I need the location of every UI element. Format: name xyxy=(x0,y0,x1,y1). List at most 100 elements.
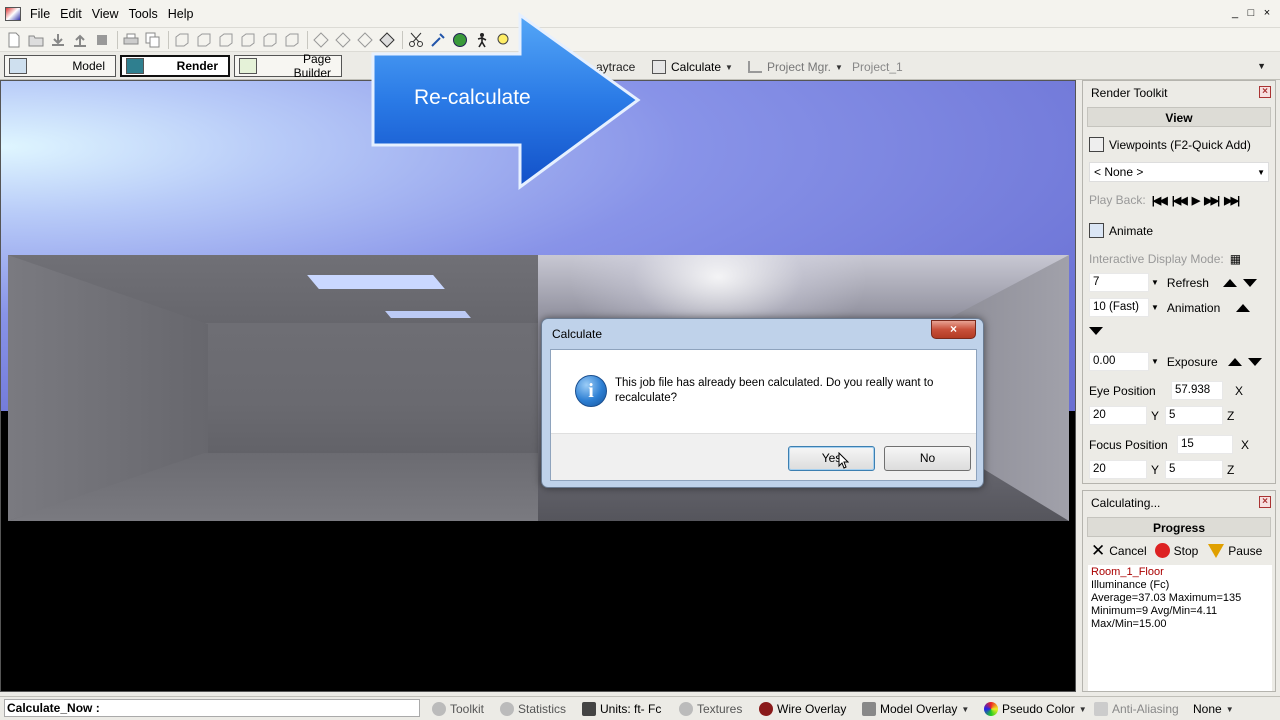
toolkit-label: Toolkit xyxy=(450,702,485,716)
chevron-down-icon[interactable]: ▼ xyxy=(835,63,843,72)
print-icon[interactable] xyxy=(121,30,141,50)
view-left-icon[interactable] xyxy=(216,30,236,50)
anti-aliasing-toggle[interactable]: Anti-Aliasing xyxy=(1094,700,1179,718)
y-axis-label: Y xyxy=(1151,408,1160,423)
tab-project-manager[interactable]: Project Mgr. ▼ xyxy=(748,57,843,77)
skip-last-icon[interactable]: ▶▶| xyxy=(1224,194,1240,207)
interactive-mode-row: Interactive Display Mode: ▦ xyxy=(1089,252,1241,266)
exposure-select[interactable]: 0.00 xyxy=(1089,352,1149,371)
status-text: Calculate_Now : xyxy=(4,699,420,717)
view-bottom-icon[interactable] xyxy=(282,30,302,50)
restore-button[interactable]: □ xyxy=(1244,7,1258,20)
chevron-down-icon[interactable]: ▼ xyxy=(1079,705,1087,714)
anti-aliasing-select[interactable]: None ▼ xyxy=(1193,700,1234,718)
focus-x-input[interactable]: 15 xyxy=(1177,435,1233,454)
tab-page-builder[interactable]: Page Builder xyxy=(234,52,342,80)
arrow-down-icon[interactable] xyxy=(1089,327,1103,335)
close-icon[interactable]: × xyxy=(1259,496,1271,508)
chevron-down-icon[interactable]: ▼ xyxy=(725,63,733,72)
animate-row[interactable]: Animate xyxy=(1089,223,1153,238)
chevron-down-icon[interactable]: ▼ xyxy=(1151,278,1159,287)
step-forward-icon[interactable]: ▶▶| xyxy=(1204,194,1220,207)
viewpoint-select[interactable]: < None > ▼ xyxy=(1089,162,1269,182)
stop-square-icon[interactable] xyxy=(92,30,112,50)
iso-1-icon[interactable] xyxy=(311,30,331,50)
units-button[interactable]: Units: ft- Fc xyxy=(582,700,661,718)
close-icon[interactable]: × xyxy=(1259,86,1271,98)
view-top-icon[interactable] xyxy=(260,30,280,50)
save-icon[interactable] xyxy=(48,30,68,50)
view-section-title[interactable]: View xyxy=(1087,107,1271,127)
animate-label: Animate xyxy=(1109,223,1154,238)
viewpoints-row[interactable]: Viewpoints (F2-Quick Add) xyxy=(1089,137,1251,152)
textures-toggle[interactable]: Textures xyxy=(679,700,742,718)
tab-calculate[interactable]: Calculate ▼ xyxy=(652,57,733,77)
gear-icon xyxy=(432,702,446,716)
playback-row: Play Back: |◀◀ |◀◀ ▶ ▶▶| ▶▶| xyxy=(1089,193,1240,207)
wire-overlay-toggle[interactable]: Wire Overlay xyxy=(759,700,846,718)
statistics-toggle[interactable]: Statistics xyxy=(500,700,566,718)
menu-help[interactable]: Help xyxy=(163,4,199,24)
menu-file[interactable]: File xyxy=(25,4,55,24)
yes-button[interactable]: Yes xyxy=(788,446,875,471)
menu-view[interactable]: View xyxy=(87,4,124,24)
model-icon xyxy=(9,58,27,74)
pause-button[interactable]: Pause xyxy=(1228,544,1262,558)
view-back-icon[interactable] xyxy=(194,30,214,50)
z-axis-label: Z xyxy=(1227,408,1235,423)
eye-z-input[interactable]: 5 xyxy=(1165,406,1224,425)
copy-icon[interactable] xyxy=(143,30,163,50)
animation-down-row xyxy=(1089,327,1103,335)
arrow-down-icon[interactable] xyxy=(1242,278,1257,287)
view-front-icon[interactable] xyxy=(172,30,192,50)
animation-select[interactable]: 10 (Fast) xyxy=(1089,298,1149,317)
chevron-down-icon[interactable]: ▼ xyxy=(1151,303,1159,312)
pseudo-color-toggle[interactable]: Pseudo Color ▼ xyxy=(984,700,1087,718)
cancel-button[interactable]: Cancel xyxy=(1109,544,1146,558)
film-icon xyxy=(1089,223,1104,238)
dialog-close-button[interactable]: × xyxy=(931,320,976,339)
chevron-down-icon[interactable]: ▼ xyxy=(1151,357,1159,366)
eye-y-input[interactable]: 20 xyxy=(1089,406,1147,425)
eye-x-input[interactable]: 57.938 xyxy=(1171,381,1223,400)
arrow-up-icon[interactable] xyxy=(1227,357,1242,366)
display-mode-icon[interactable]: ▦ xyxy=(1230,252,1241,266)
anti-aliasing-label: Anti-Aliasing xyxy=(1112,702,1179,716)
log-line: Average=37.03 Maximum=135 xyxy=(1091,592,1242,604)
arrow-up-icon[interactable] xyxy=(1236,303,1251,312)
refresh-row: 7 ▼ Refresh xyxy=(1089,273,1257,292)
minimize-button[interactable]: _ xyxy=(1228,7,1242,20)
close-window-button[interactable]: × xyxy=(1260,7,1274,20)
stop-button[interactable]: Stop xyxy=(1174,544,1199,558)
tab-render[interactable]: Render xyxy=(120,55,230,77)
view-right-icon[interactable] xyxy=(238,30,258,50)
play-icon[interactable]: ▶ xyxy=(1192,194,1201,207)
skip-first-icon[interactable]: |◀◀ xyxy=(1152,194,1168,207)
no-button[interactable]: No xyxy=(884,446,971,471)
tab-page-builder-label: Page Builder xyxy=(293,52,331,80)
log-line: Room_1_Floor xyxy=(1091,566,1164,578)
menu-edit[interactable]: Edit xyxy=(55,4,87,24)
new-icon[interactable] xyxy=(4,30,24,50)
step-back-icon[interactable]: |◀◀ xyxy=(1172,194,1188,207)
arrow-down-icon[interactable] xyxy=(1247,357,1262,366)
statistics-label: Statistics xyxy=(518,702,567,716)
calculating-header: Calculating... × xyxy=(1083,491,1275,515)
chevron-down-icon[interactable]: ▼ xyxy=(961,705,969,714)
focus-z-input[interactable]: 5 xyxy=(1165,460,1224,479)
progress-section-title[interactable]: Progress xyxy=(1087,517,1271,537)
app-logo-icon[interactable] xyxy=(5,6,21,21)
iso-2-icon[interactable] xyxy=(333,30,353,50)
menu-tools[interactable]: Tools xyxy=(124,4,163,24)
tab-model[interactable]: Model xyxy=(4,55,116,77)
refresh-select[interactable]: 7 xyxy=(1089,273,1149,292)
arrow-up-icon[interactable] xyxy=(1222,278,1237,287)
focus-y-input[interactable]: 20 xyxy=(1089,460,1147,479)
upload-icon[interactable] xyxy=(70,30,90,50)
model-overlay-toggle[interactable]: Model Overlay ▼ xyxy=(862,700,969,718)
chevron-down-icon[interactable]: ▼ xyxy=(1257,61,1266,71)
toolkit-toggle[interactable]: Toolkit xyxy=(432,700,484,718)
focus-yz-row: 20 Y 5 Z xyxy=(1089,460,1234,479)
open-icon[interactable] xyxy=(26,30,46,50)
ruler-icon xyxy=(582,702,596,716)
